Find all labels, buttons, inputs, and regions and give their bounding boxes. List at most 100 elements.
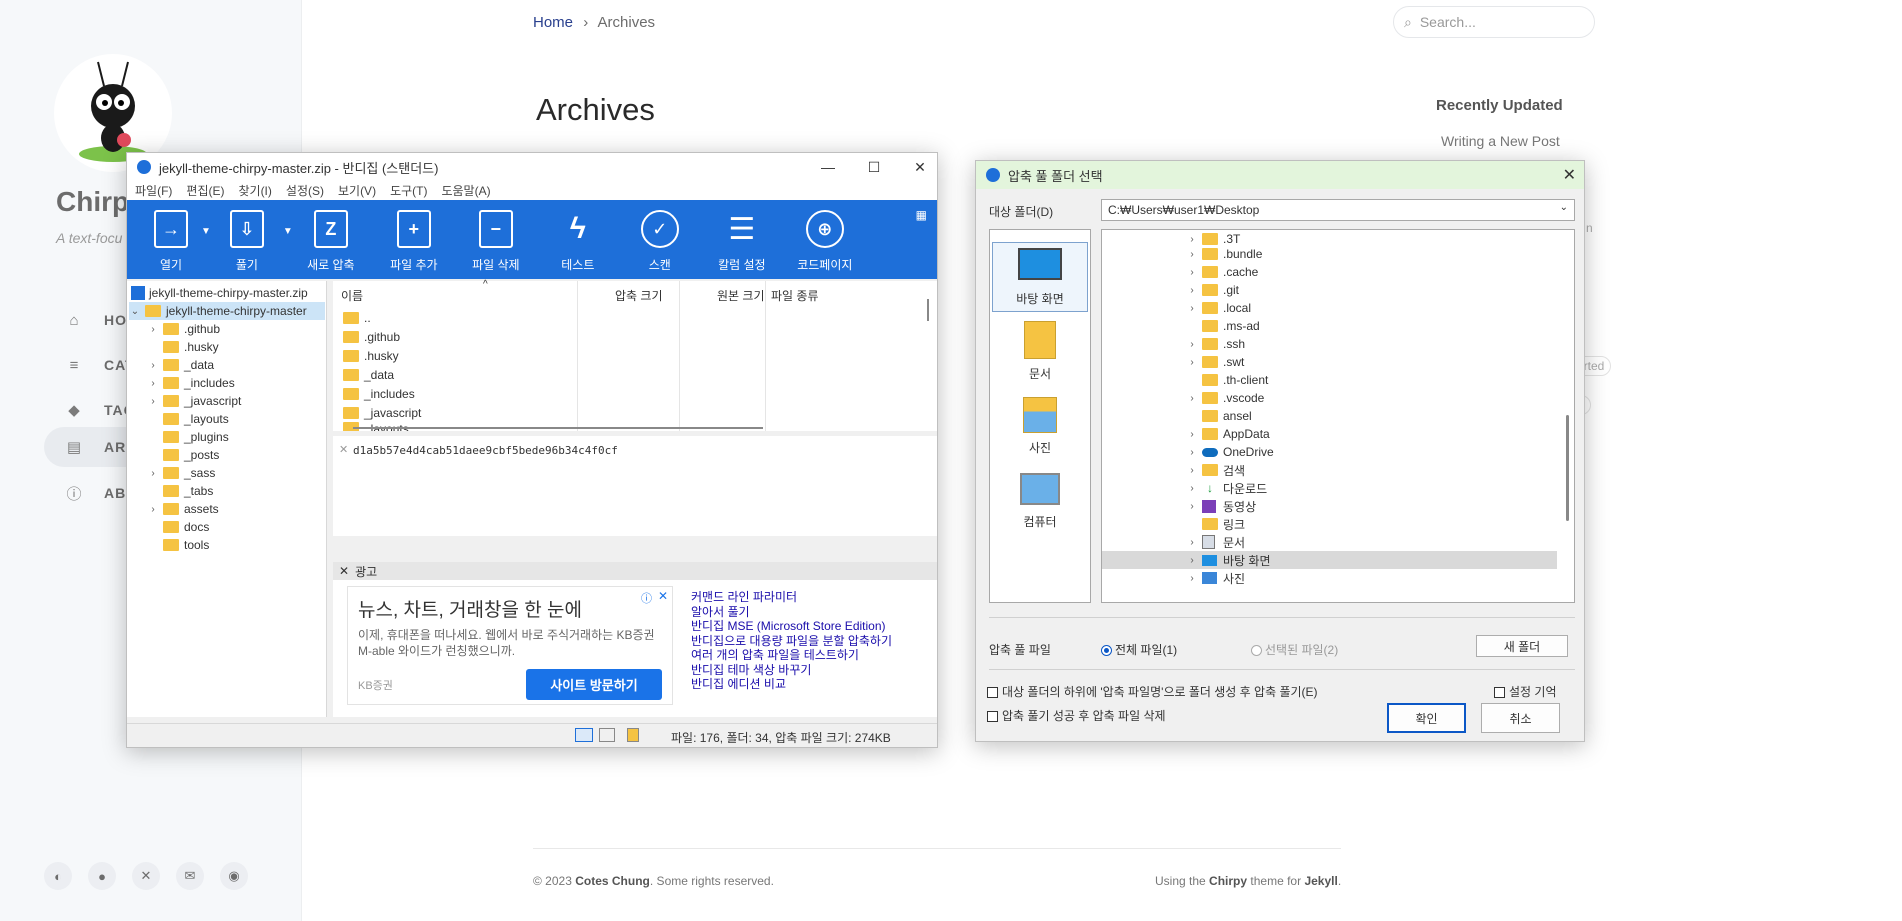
- column-packed-size[interactable]: 압축 크기: [615, 287, 663, 304]
- target-folder-input[interactable]: C:₩Users₩user1₩Desktop ⌄: [1101, 199, 1575, 221]
- dialog-titlebar[interactable]: 압축 풀 폴더 선택 ✕: [976, 161, 1584, 189]
- footer-theme[interactable]: Chirpy: [1209, 874, 1247, 888]
- chevron-right-icon[interactable]: ›: [1186, 339, 1198, 350]
- archive-info-icon[interactable]: [627, 728, 639, 742]
- create-subfolder-option[interactable]: 대상 폴더의 하위에 '압축 파일명'으로 폴더 생성 후 압축 풀기(E): [987, 683, 1318, 700]
- scan-button[interactable]: ✓ 스캔: [619, 200, 701, 279]
- close-icon[interactable]: ✕: [339, 564, 349, 578]
- tree-item[interactable]: › _includes: [147, 374, 234, 392]
- folder-row[interactable]: › AppData: [1102, 425, 1557, 443]
- column-settings-button[interactable]: ☰ 칼럼 설정: [701, 200, 783, 279]
- place-pictures[interactable]: 사진: [992, 390, 1088, 460]
- folder-row[interactable]: .ms-ad: [1102, 317, 1557, 335]
- folder-row[interactable]: › .vscode: [1102, 389, 1557, 407]
- tree-item[interactable]: _plugins: [147, 428, 229, 446]
- tree-item[interactable]: _tabs: [147, 482, 213, 500]
- menu-settings[interactable]: 설정(S): [286, 182, 324, 199]
- list-view-icon[interactable]: [599, 728, 615, 742]
- scrollbar-thumb[interactable]: [1566, 415, 1569, 521]
- chevron-right-icon[interactable]: ›: [147, 360, 159, 371]
- checkbox[interactable]: [1494, 687, 1505, 699]
- tree-item[interactable]: .husky: [147, 338, 219, 356]
- rss-icon[interactable]: ◉: [220, 862, 248, 890]
- folder-row[interactable]: › .local: [1102, 299, 1557, 317]
- help-link[interactable]: 커맨드 라인 파라미터: [691, 590, 892, 605]
- tree-item[interactable]: tools: [147, 536, 209, 554]
- tree-item[interactable]: › .github: [147, 320, 220, 338]
- tree-item[interactable]: docs: [147, 518, 209, 536]
- folder-row[interactable]: .th-client: [1102, 371, 1557, 389]
- ad-banner[interactable]: 뉴스, 차트, 거래창을 한 눈에 ⓘ ✕ 이제, 휴대폰을 떠나세요. 웹에서…: [347, 586, 673, 705]
- tree-item[interactable]: › _sass: [147, 464, 215, 482]
- folder-row[interactable]: › OneDrive: [1102, 443, 1557, 461]
- bandizip-titlebar[interactable]: jekyll-theme-chirpy-master.zip - 반디집 (스탠…: [127, 153, 937, 181]
- checkbox[interactable]: [987, 687, 998, 699]
- menu-view[interactable]: 보기(V): [338, 182, 376, 199]
- cancel-button[interactable]: 취소: [1481, 703, 1560, 733]
- recent-post-link[interactable]: Writing a New Post: [1441, 133, 1560, 149]
- chevron-right-icon[interactable]: ›: [1186, 447, 1198, 458]
- folder-row[interactable]: › 문서: [1102, 533, 1557, 551]
- folder-row[interactable]: ansel: [1102, 407, 1557, 425]
- ad-close-icon[interactable]: ✕: [658, 589, 668, 603]
- delete-after-option[interactable]: 압축 풀기 성공 후 압축 파일 삭제: [987, 707, 1166, 724]
- chevron-right-icon[interactable]: ›: [147, 468, 159, 479]
- footer-author[interactable]: Cotes Chung: [575, 874, 650, 888]
- search-input[interactable]: Search...: [1420, 14, 1476, 30]
- vertical-scrollbar[interactable]: [927, 299, 929, 321]
- chevron-right-icon[interactable]: ›: [147, 324, 159, 335]
- new-folder-button[interactable]: 새 폴더: [1476, 635, 1568, 657]
- tree-folder-root[interactable]: ⌄ jekyll-theme-chirpy-master: [129, 302, 325, 320]
- help-link[interactable]: 반디집 MSE (Microsoft Store Edition): [691, 619, 892, 634]
- minimize-icon[interactable]: —: [805, 153, 851, 181]
- place-documents[interactable]: 문서: [992, 316, 1088, 386]
- column-file-type[interactable]: 파일 종류: [771, 287, 819, 304]
- chevron-right-icon[interactable]: ›: [1186, 429, 1198, 440]
- tree-item[interactable]: › _javascript: [147, 392, 241, 410]
- horizontal-scrollbar[interactable]: [353, 427, 763, 429]
- folder-row[interactable]: › 검색: [1102, 461, 1557, 479]
- chevron-right-icon[interactable]: ›: [147, 378, 159, 389]
- chevron-right-icon[interactable]: ›: [1186, 234, 1198, 245]
- folder-row[interactable]: › .git: [1102, 281, 1557, 299]
- footer-jekyll[interactable]: Jekyll: [1304, 874, 1337, 888]
- recent-link-fragment[interactable]: n: [1586, 221, 1593, 235]
- chevron-right-icon[interactable]: ›: [1186, 303, 1198, 314]
- test-button[interactable]: ϟ 테스트: [537, 200, 619, 279]
- details-view-icon[interactable]: [575, 728, 593, 742]
- folder-row-selected[interactable]: › 바탕 화면: [1102, 551, 1557, 569]
- ad-info-icon[interactable]: ⓘ: [641, 590, 652, 606]
- close-icon[interactable]: ✕: [339, 443, 348, 456]
- list-item[interactable]: _data: [343, 368, 394, 382]
- close-icon[interactable]: ✕: [1563, 165, 1576, 185]
- ok-button[interactable]: 확인: [1387, 703, 1466, 733]
- open-button[interactable]: → 열기: [137, 200, 205, 279]
- extract-button[interactable]: ⇩ 풀기: [207, 200, 287, 279]
- menu-edit[interactable]: 편집(E): [186, 182, 224, 199]
- layout-grid-icon[interactable]: ▦: [916, 208, 927, 222]
- menu-find[interactable]: 찾기(I): [238, 182, 271, 199]
- chevron-right-icon[interactable]: ›: [147, 504, 159, 515]
- email-icon[interactable]: ✉: [176, 862, 204, 890]
- chevron-right-icon[interactable]: ›: [1186, 465, 1198, 476]
- help-link[interactable]: 반디집 테마 색상 바꾸기: [691, 663, 892, 678]
- chevron-right-icon[interactable]: ›: [1186, 555, 1198, 566]
- checkbox[interactable]: [987, 711, 998, 723]
- list-item[interactable]: .github: [343, 330, 400, 344]
- column-original-size[interactable]: 원본 크기: [717, 287, 765, 304]
- help-link[interactable]: 반디집으로 대용량 파일을 분할 압축하기: [691, 634, 892, 649]
- github-icon[interactable]: ●: [88, 862, 116, 890]
- radio-selected-icon[interactable]: [1101, 645, 1112, 657]
- all-files-radio[interactable]: 전체 파일(1): [1101, 641, 1177, 658]
- chevron-down-icon[interactable]: ⌄: [129, 306, 141, 317]
- folder-scrollbar[interactable]: [1560, 230, 1574, 602]
- tree-item[interactable]: _posts: [147, 446, 219, 464]
- close-icon[interactable]: ✕: [897, 153, 943, 181]
- menu-help[interactable]: 도움말(A): [441, 182, 490, 199]
- chevron-down-icon[interactable]: ⌄: [1560, 202, 1568, 213]
- folder-row[interactable]: › .cache: [1102, 263, 1557, 281]
- folder-row[interactable]: 링크: [1102, 515, 1557, 533]
- chevron-right-icon[interactable]: ›: [147, 396, 159, 407]
- ad-visit-button[interactable]: 사이트 방문하기: [526, 669, 662, 700]
- folder-row[interactable]: › .swt: [1102, 353, 1557, 371]
